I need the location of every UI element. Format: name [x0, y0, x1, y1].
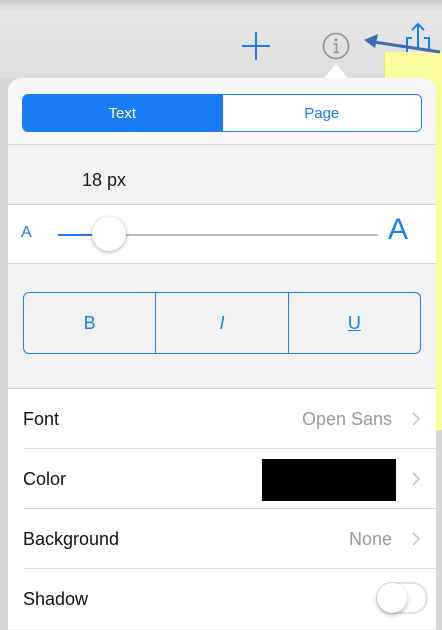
tab-page[interactable]: Page: [221, 95, 421, 131]
text-style-buttons: B I U: [23, 292, 421, 354]
toolbar-shade: [0, 0, 442, 12]
italic-button[interactable]: I: [155, 293, 287, 353]
tab-text[interactable]: Text: [23, 95, 222, 131]
annotation-arrow: [364, 34, 441, 54]
bold-button[interactable]: B: [24, 293, 155, 353]
format-popover: Text Page 18 px A A B I U Font Open Sans: [8, 78, 436, 630]
background-row-value: None: [348, 528, 392, 549]
background-row-label: Background: [23, 528, 120, 549]
font-row-label: Font: [23, 408, 60, 429]
font-size-slider-row: A A: [8, 204, 436, 264]
tab-bar: Text Page: [8, 78, 436, 145]
color-row[interactable]: Color: [8, 449, 436, 509]
color-swatch: [262, 459, 396, 501]
slider-thumb[interactable]: [92, 217, 127, 251]
large-a-glyph: A: [388, 213, 409, 246]
plus-icon[interactable]: [238, 28, 274, 64]
small-a-glyph: A: [21, 224, 32, 241]
chevron-right-icon: [412, 532, 421, 546]
font-row[interactable]: Font Open Sans: [8, 389, 436, 449]
text-page-segmented-control: Text Page: [22, 94, 422, 132]
screenshot: Text Page 18 px A A B I U Font Open Sans: [0, 0, 442, 630]
shadow-toggle[interactable]: [376, 582, 428, 614]
chevron-right-icon: [412, 412, 421, 426]
background-row[interactable]: Background None: [8, 509, 436, 569]
underline-button[interactable]: U: [287, 293, 420, 353]
font-row-value: Open Sans: [301, 408, 392, 429]
chevron-right-icon: [412, 472, 421, 486]
popover-caret: [324, 64, 348, 78]
toggle-knob: [377, 583, 407, 613]
settings-list: Font Open Sans Color Background None Sha…: [8, 388, 436, 629]
info-icon[interactable]: [321, 31, 351, 61]
shadow-row-label: Shadow: [23, 588, 89, 609]
shadow-row: Shadow: [8, 569, 436, 629]
font-size-value: 18 px: [82, 170, 127, 190]
color-row-label: Color: [23, 468, 67, 489]
